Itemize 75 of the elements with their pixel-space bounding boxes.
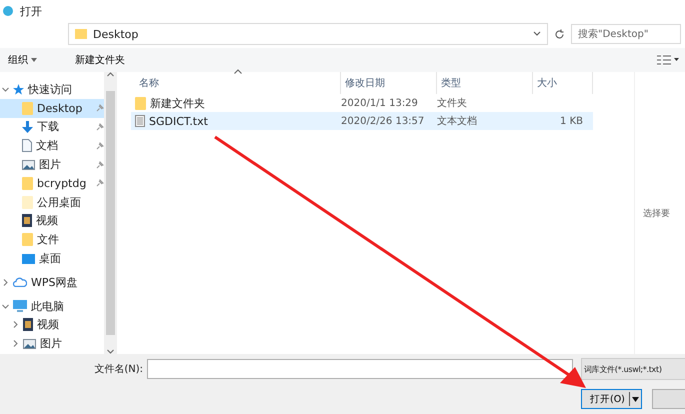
file-type: 文件夹 bbox=[436, 96, 468, 110]
column-header[interactable]: 大小 bbox=[533, 72, 593, 94]
file-name: SGDICT.txt bbox=[131, 114, 337, 128]
dropdown-chevron-icon[interactable] bbox=[533, 31, 541, 37]
sidebar-item[interactable]: 视频 bbox=[0, 316, 104, 334]
open-button[interactable]: 打开(O) bbox=[581, 389, 642, 409]
window-title: 打开 bbox=[20, 4, 42, 18]
sidebar-item[interactable]: 快速访问 bbox=[0, 80, 104, 99]
column-header[interactable]: 类型 bbox=[437, 72, 533, 94]
scroll-down-icon[interactable] bbox=[107, 349, 114, 354]
file-row[interactable]: 新建文件夹 2020/1/1 13:29 文件夹 bbox=[131, 94, 593, 112]
sort-icon bbox=[234, 69, 242, 74]
column-header[interactable]: 修改日期 bbox=[341, 72, 437, 94]
expand-chevron-icon[interactable] bbox=[12, 340, 19, 348]
modified-date: 2020/2/26 13:57 bbox=[340, 116, 426, 126]
scroll-up-icon[interactable] bbox=[107, 72, 114, 77]
sidebar-item[interactable]: 视频 bbox=[0, 212, 104, 230]
folder-icon bbox=[75, 29, 87, 39]
view-options-icon[interactable] bbox=[657, 55, 679, 65]
sidebar-item[interactable]: 文件 bbox=[0, 230, 104, 250]
image-icon bbox=[22, 160, 35, 170]
app-icon bbox=[2, 5, 14, 17]
sidebar-item[interactable]: WPS网盘 bbox=[0, 272, 104, 292]
sidebar-item[interactable]: 文档 bbox=[0, 136, 104, 156]
document-icon bbox=[22, 139, 32, 152]
file-type-dropdown[interactable]: 词库文件(*.uswl;*.txt) bbox=[581, 358, 685, 380]
breadcrumb-item[interactable]: Desktop bbox=[93, 28, 138, 40]
text-file-icon bbox=[135, 115, 145, 127]
pin-icon[interactable] bbox=[96, 142, 104, 150]
file-size: 1 KB bbox=[559, 116, 584, 126]
caret-icon bbox=[632, 396, 639, 402]
scrollbar-thumb[interactable] bbox=[106, 91, 115, 335]
pin-icon[interactable] bbox=[96, 160, 104, 169]
address-bar[interactable]: Desktop bbox=[68, 23, 548, 45]
modified-date: 2020/1/1 13:29 bbox=[340, 98, 419, 108]
expand-chevron-icon[interactable] bbox=[2, 278, 9, 286]
image-icon bbox=[23, 338, 36, 349]
file-row[interactable]: SGDICT.txt 2020/2/26 13:57 文本文档 1 KB bbox=[131, 112, 593, 130]
collapse-chevron-icon[interactable] bbox=[2, 86, 9, 93]
filename-field[interactable] bbox=[147, 359, 573, 379]
pin-icon[interactable] bbox=[96, 104, 104, 112]
folder-icon bbox=[22, 176, 33, 190]
caret-icon bbox=[31, 58, 37, 62]
sidebar-item[interactable]: Desktop bbox=[0, 98, 104, 118]
film-icon bbox=[23, 318, 33, 332]
desktop-icon bbox=[22, 254, 35, 264]
preview-hint: 选择要 bbox=[643, 208, 670, 220]
file-name: 新建文件夹 bbox=[131, 96, 337, 110]
filename-label: 文件名(N): bbox=[94, 362, 144, 376]
folder-icon bbox=[22, 102, 33, 115]
folder-icon bbox=[135, 96, 146, 110]
refresh-icon[interactable] bbox=[554, 28, 565, 40]
sidebar-item[interactable]: 公用桌面 bbox=[0, 192, 104, 212]
folder-icon bbox=[22, 196, 33, 209]
download-icon bbox=[22, 120, 33, 133]
new-folder-button[interactable]: 新建文件夹 bbox=[73, 51, 127, 69]
collapse-chevron-icon[interactable] bbox=[2, 302, 9, 310]
computer-icon bbox=[13, 300, 27, 312]
expand-chevron-icon[interactable] bbox=[12, 321, 19, 328]
folder-icon bbox=[22, 233, 33, 246]
sidebar-item[interactable]: bcryptdg bbox=[0, 174, 104, 193]
sidebar-item[interactable]: 图片 bbox=[0, 155, 104, 174]
pin-icon[interactable] bbox=[96, 122, 104, 131]
search-field[interactable]: 搜索"Desktop" bbox=[571, 24, 681, 44]
cloud-icon bbox=[13, 277, 27, 288]
film-icon bbox=[22, 214, 32, 228]
column-header[interactable]: 名称 bbox=[135, 72, 341, 94]
pin-icon[interactable] bbox=[96, 179, 104, 188]
star-icon bbox=[13, 84, 24, 95]
sidebar-item[interactable]: 下载 bbox=[0, 118, 104, 136]
sidebar-item[interactable]: 此电脑 bbox=[0, 296, 104, 316]
sidebar-item[interactable]: 桌面 bbox=[0, 249, 104, 268]
file-type: 文本文档 bbox=[436, 114, 478, 128]
sidebar-item[interactable]: 图片 bbox=[0, 334, 104, 354]
organize-button[interactable]: 组织 bbox=[6, 51, 39, 69]
